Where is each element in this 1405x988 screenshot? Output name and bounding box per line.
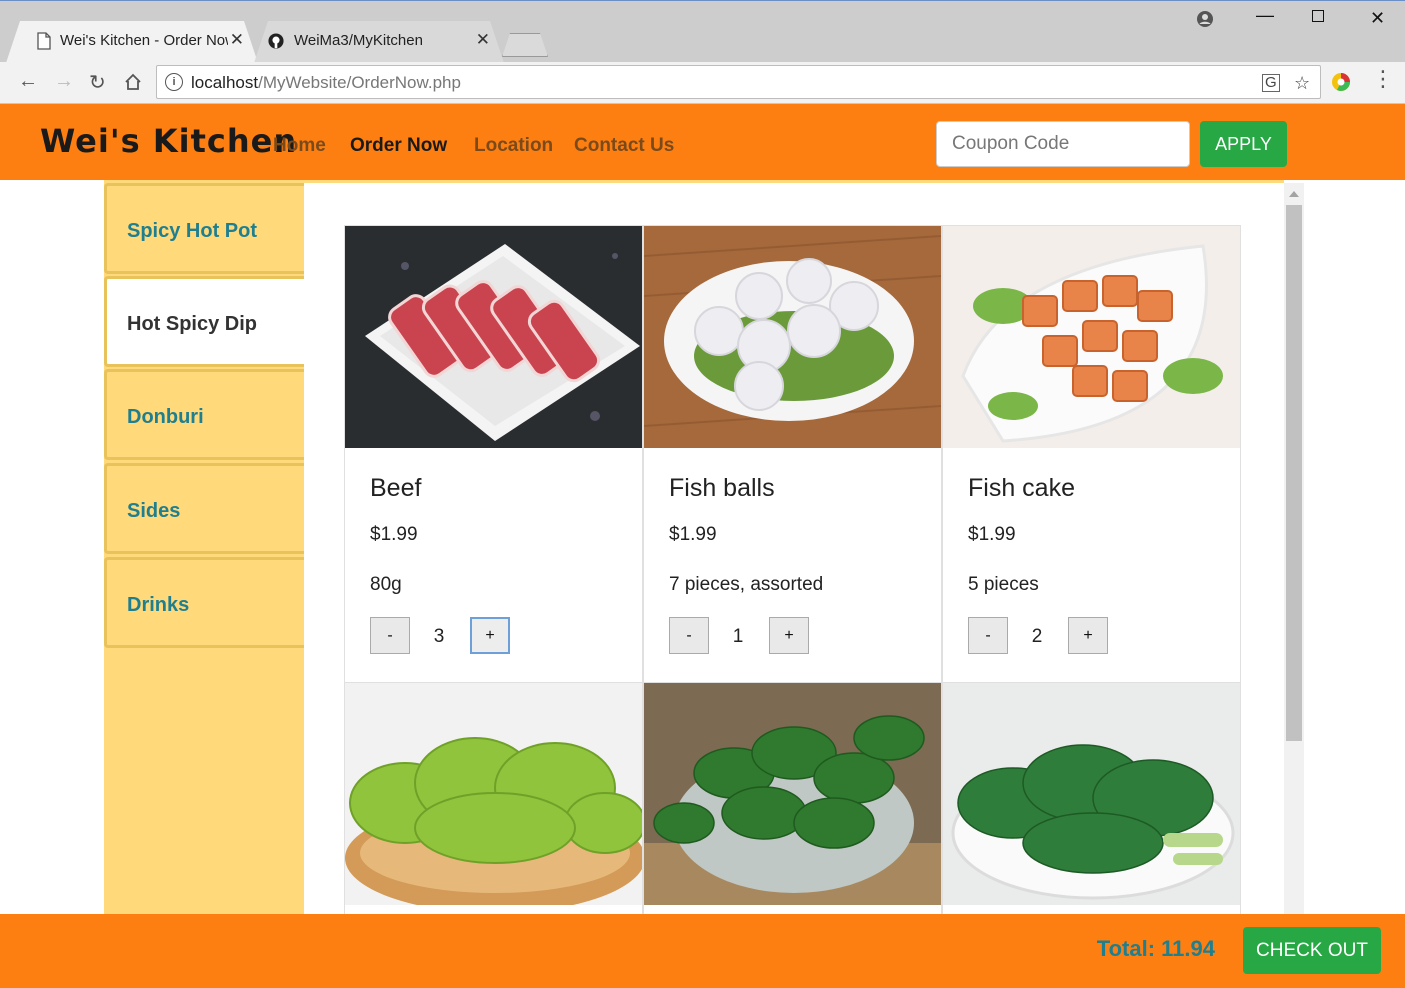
close-tab-icon[interactable]: ✕ [476, 30, 490, 50]
tab-order-now[interactable]: Wei's Kitchen - Order Now ✕ [6, 21, 258, 63]
quantity-value: 2 [1031, 626, 1043, 647]
product-image-beef [345, 226, 642, 448]
product-description: 7 pieces, assorted [669, 574, 824, 595]
product-card-beef: Beef $1.99 80g - 3 + [344, 225, 643, 683]
product-image-lettuce [345, 683, 642, 905]
back-icon[interactable]: ← [18, 70, 38, 93]
product-card-fish-cake: Fish cake $1.99 5 pieces - 2 + [942, 225, 1241, 683]
forward-icon[interactable]: → [54, 70, 74, 93]
product-price: $1.99 [968, 524, 1016, 545]
tab-github[interactable]: WeiMa3/MyKitchen ✕ [254, 21, 504, 63]
tab-title: WeiMa3/MyKitchen [294, 32, 423, 49]
order-total: Total: 11.94 [1096, 936, 1215, 961]
product-price: $1.99 [669, 524, 717, 545]
extension-icon[interactable] [1331, 72, 1351, 92]
home-icon[interactable] [124, 73, 142, 91]
new-tab-button[interactable] [502, 33, 548, 57]
close-tab-icon[interactable]: ✕ [230, 30, 244, 50]
tab-title: Wei's Kitchen - Order Now [60, 32, 228, 49]
sidebar-item-label: Donburi [127, 406, 204, 428]
product-price: $1.99 [370, 524, 418, 545]
browser-toolbar: ← → ↻ i localhost/MyWebsite/OrderNow.php… [0, 62, 1405, 104]
minimize-icon[interactable]: — [1256, 5, 1274, 26]
sidebar-item-label: Hot Spicy Dip [127, 313, 258, 335]
sidebar-item-hot-spicy-dip[interactable]: Hot Spicy Dip [104, 276, 304, 367]
maximize-icon[interactable] [1312, 10, 1324, 22]
sidebar-item-donburi[interactable]: Donburi [104, 369, 304, 460]
url-text: localhost/MyWebsite/OrderNow.php [191, 73, 461, 92]
coupon-code-input[interactable] [936, 121, 1190, 167]
page-icon [37, 32, 51, 50]
decrease-quantity-button[interactable]: - [968, 617, 1008, 654]
checkout-button[interactable]: CHECK OUT [1243, 927, 1381, 974]
product-card-spinach [643, 682, 942, 914]
sidebar-item-drinks[interactable]: Drinks [104, 557, 304, 648]
nav-location[interactable]: Location [474, 135, 553, 157]
product-description: 80g [370, 574, 402, 595]
decrease-quantity-button[interactable]: - [370, 617, 410, 654]
product-image-fish-balls [644, 226, 941, 448]
close-window-icon[interactable]: ✕ [1370, 8, 1385, 29]
sidebar-item-label: Drinks [127, 594, 190, 616]
brand-logo[interactable]: Wei's Kitchen [40, 122, 297, 160]
quantity-value: 1 [732, 626, 744, 647]
product-image-fish-cake [943, 226, 1240, 448]
site-header: Wei's Kitchen Home Order Now Location Co… [0, 104, 1405, 180]
product-name: Fish cake [968, 474, 1075, 502]
product-image-bok-choy [943, 683, 1240, 905]
browser-tab-strip: Wei's Kitchen - Order Now ✕ WeiMa3/MyKit… [0, 0, 1405, 62]
decrease-quantity-button[interactable]: - [669, 617, 709, 654]
product-name: Beef [370, 474, 422, 502]
increase-quantity-button[interactable]: + [769, 617, 809, 654]
apply-coupon-button[interactable]: APPLY [1200, 121, 1287, 167]
nav-home[interactable]: Home [273, 135, 326, 157]
category-sidebar: Spicy Hot Pot Hot Spicy Dip Donburi Side… [104, 180, 304, 914]
github-icon [268, 33, 284, 49]
product-description: 5 pieces [968, 574, 1039, 595]
profile-icon[interactable] [1196, 10, 1214, 28]
product-grid: Beef $1.99 80g - 3 + Fish balls $1.99 7 … [304, 180, 1284, 914]
sidebar-item-label: Sides [127, 500, 181, 522]
reload-icon[interactable]: ↻ [89, 70, 106, 95]
increase-quantity-button[interactable]: + [1068, 617, 1108, 654]
scroll-up-arrow-icon[interactable] [1289, 191, 1299, 197]
nav-order-now[interactable]: Order Now [350, 135, 447, 157]
product-card-bok-choy [942, 682, 1241, 914]
sidebar-item-spicy-hot-pot[interactable]: Spicy Hot Pot [104, 183, 304, 274]
sidebar-item-label: Spicy Hot Pot [127, 220, 258, 242]
product-image-spinach [644, 683, 941, 905]
checkout-footer: Total: 11.94 CHECK OUT [0, 914, 1405, 988]
info-icon[interactable]: i [165, 73, 183, 91]
nav-contact-us[interactable]: Contact Us [574, 135, 674, 157]
menu-icon[interactable]: ⋮ [1372, 66, 1394, 92]
translate-icon[interactable]: G [1262, 74, 1280, 92]
content-scrollbar[interactable] [1284, 183, 1304, 914]
product-card-lettuce [344, 682, 643, 914]
product-name: Fish balls [669, 474, 775, 502]
address-bar[interactable]: i localhost/MyWebsite/OrderNow.php G ☆ [156, 65, 1321, 99]
quantity-value: 3 [433, 626, 445, 647]
product-card-fish-balls: Fish balls $1.99 7 pieces, assorted - 1 … [643, 225, 942, 683]
scroll-thumb[interactable] [1286, 205, 1302, 741]
bookmark-star-icon[interactable]: ☆ [1294, 73, 1310, 94]
sidebar-item-sides[interactable]: Sides [104, 463, 304, 554]
increase-quantity-button[interactable]: + [470, 617, 510, 654]
